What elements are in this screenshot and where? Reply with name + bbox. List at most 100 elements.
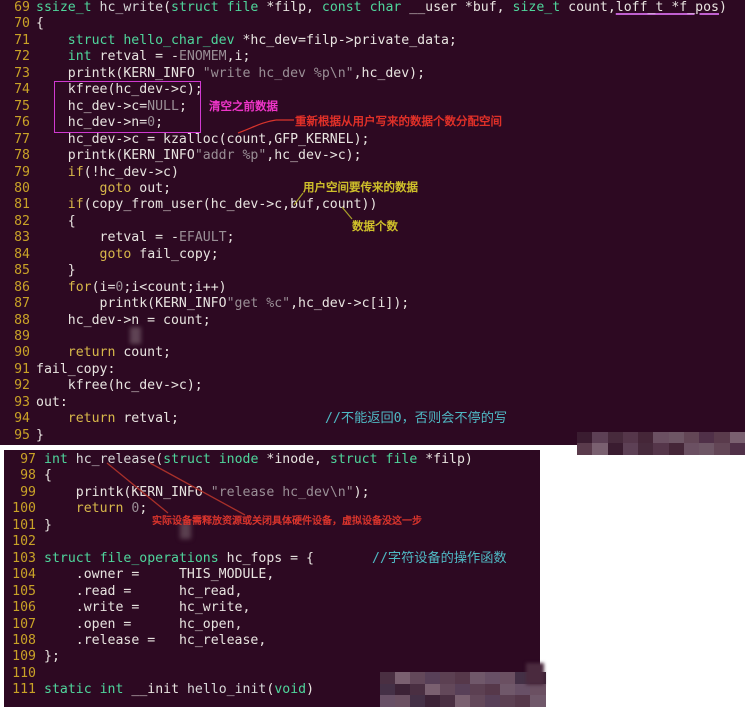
cursor-blur-artifact (130, 327, 141, 344)
line-source: kfree(hc_dev->c); (67, 378, 203, 394)
line-source: .release = hc_release, (75, 632, 267, 648)
code-line: 102 (4, 534, 36, 550)
code-line: 85 } (0, 263, 76, 279)
line-source: static int __init hello_init(void) (44, 682, 315, 698)
code-line: 93 out: (0, 394, 68, 411)
line-number: 100 (12, 501, 36, 517)
line-number: 76 (14, 115, 30, 131)
line-number: 92 (14, 378, 30, 394)
code-line: 74 kfree(hc_dev->c); (0, 82, 203, 98)
line-source: for(i=0;i<count;i++) (67, 279, 227, 295)
code-line: 75 hc_dev->c=NULL; (0, 98, 187, 115)
line-number: 88 (14, 312, 30, 328)
line-number: 90 (14, 345, 30, 361)
code-line: 91 fail_copy: (0, 361, 115, 378)
line-source: if(!hc_dev->c) (67, 164, 179, 180)
line-number: 102 (12, 534, 36, 550)
line-number: 98 (20, 468, 36, 484)
line-number: 79 (14, 164, 30, 180)
line-number: 73 (14, 65, 30, 81)
code-line: 84 goto fail_copy; (0, 246, 219, 263)
line-source: .write = hc_write, (75, 600, 251, 616)
code-line: 108 .release = hc_release, (4, 633, 266, 649)
line-number: 81 (14, 197, 30, 213)
line-number: 111 (12, 682, 36, 698)
line-source: ssize_t hc_write(struct file *filp, cons… (36, 0, 727, 15)
code-line: 95 } (0, 428, 44, 444)
line-number: 87 (14, 296, 30, 312)
line-source: return 0; (75, 501, 148, 517)
line-source: goto fail_copy; (99, 246, 219, 262)
line-source: return count; (67, 345, 171, 361)
code-line: 90 return count; (0, 345, 171, 361)
line-number: 78 (14, 148, 30, 164)
line-source: } (36, 427, 44, 443)
line-number: 107 (12, 616, 36, 632)
line-source: }; (44, 649, 60, 665)
inline-comment-cannot-return-zero: //不能返回0，否则会不停的写 (325, 411, 508, 427)
line-number: 101 (12, 517, 36, 533)
line-number: 85 (14, 263, 30, 279)
code-line: 98 { (4, 468, 52, 484)
code-line: 104 .owner = THIS_MODULE, (4, 567, 274, 583)
line-source: printk(KERN_INFO"addr %p",hc_dev->c); (67, 148, 362, 164)
code-line: 78 printk(KERN_INFO"addr %p",hc_dev->c); (0, 148, 361, 164)
line-number: 70 (14, 16, 30, 32)
line-number: 89 (14, 329, 30, 344)
code-line: 72 int retval = -ENOMEM,i; (0, 49, 250, 65)
code-line: 73 printk(KERN_INFO "write hc_dev %p\n",… (0, 65, 425, 82)
line-number: 74 (14, 82, 30, 98)
line-source: { (36, 213, 76, 229)
line-number: 93 (14, 394, 30, 410)
line-source: retval = -EFAULT; (99, 230, 235, 246)
line-number: 109 (12, 649, 36, 665)
code-line: 86 for(i=0;i<count;i++) (0, 279, 226, 296)
code-line: 80 goto out; (0, 180, 171, 197)
code-line: 81 if(copy_from_user(hc_dev->c,buf,count… (0, 197, 377, 213)
line-source: int retval = -ENOMEM,i; (67, 49, 251, 65)
code-line: 76 hc_dev->n=0; (0, 115, 163, 131)
line-source: goto out; (99, 180, 172, 196)
code-panel-top[interactable]: 69 ssize_t hc_write(struct file *filp, c… (0, 0, 745, 445)
code-line: 70 { (0, 16, 44, 32)
code-line: 79 if(!hc_dev->c) (0, 164, 179, 181)
code-line: 77 hc_dev->c = kzalloc(count,GFP_KERNEL)… (0, 132, 369, 148)
line-source: hc_dev->n = count; (67, 312, 211, 328)
inline-comment-char-device-ops: //字符设备的操作函数 (372, 550, 507, 566)
line-source: if(copy_from_user(hc_dev->c,buf,count)) (67, 197, 378, 213)
line-number: 86 (14, 279, 30, 295)
line-source: struct file_operations hc_fops = { (44, 550, 314, 566)
code-line: 105 .read = hc_read, (4, 584, 242, 600)
line-number: 84 (14, 246, 30, 262)
code-line: 99 printk(KERN_INFO "release hc_dev\n"); (4, 485, 369, 501)
line-source: } (44, 517, 52, 533)
line-number: 80 (14, 180, 30, 196)
code-line: 89 (0, 329, 32, 345)
code-line: 109 }; (4, 649, 60, 665)
code-line: 100 return 0; (4, 501, 147, 517)
line-source: hc_dev->n=0; (67, 115, 164, 131)
line-number: 104 (12, 567, 36, 583)
line-number: 75 (14, 98, 30, 114)
line-source: { (44, 468, 52, 484)
code-line: 101 } (4, 517, 52, 534)
line-source: printk(KERN_INFO "write hc_dev %p\n",hc_… (67, 65, 426, 81)
line-number: 69 (14, 0, 30, 15)
code-panel-bottom[interactable]: 97 int hc_release(struct inode *inode, s… (4, 450, 540, 707)
line-source: } (36, 263, 76, 279)
code-line: 97 int hc_release(struct inode *inode, s… (4, 452, 473, 468)
line-source: fail_copy: (36, 361, 116, 377)
line-source: int hc_release(struct inode *inode, stru… (44, 452, 473, 467)
line-source: .open = hc_open, (75, 616, 243, 632)
line-number: 91 (14, 361, 30, 377)
line-number: 71 (14, 32, 30, 48)
line-source: struct hello_char_dev *hc_dev=filp->priv… (67, 32, 457, 48)
cursor-blur-artifact (180, 522, 191, 539)
code-line: 107 .open = hc_open, (4, 616, 242, 633)
line-source: printk(KERN_INFO "release hc_dev\n"); (75, 484, 370, 500)
code-line: 87 printk(KERN_INFO"get %c",hc_dev->c[i]… (0, 296, 409, 312)
line-source: .read = hc_read, (75, 583, 243, 599)
line-number: 83 (14, 230, 30, 246)
line-number: 103 (12, 550, 36, 566)
code-line: 92 kfree(hc_dev->c); (0, 378, 203, 394)
